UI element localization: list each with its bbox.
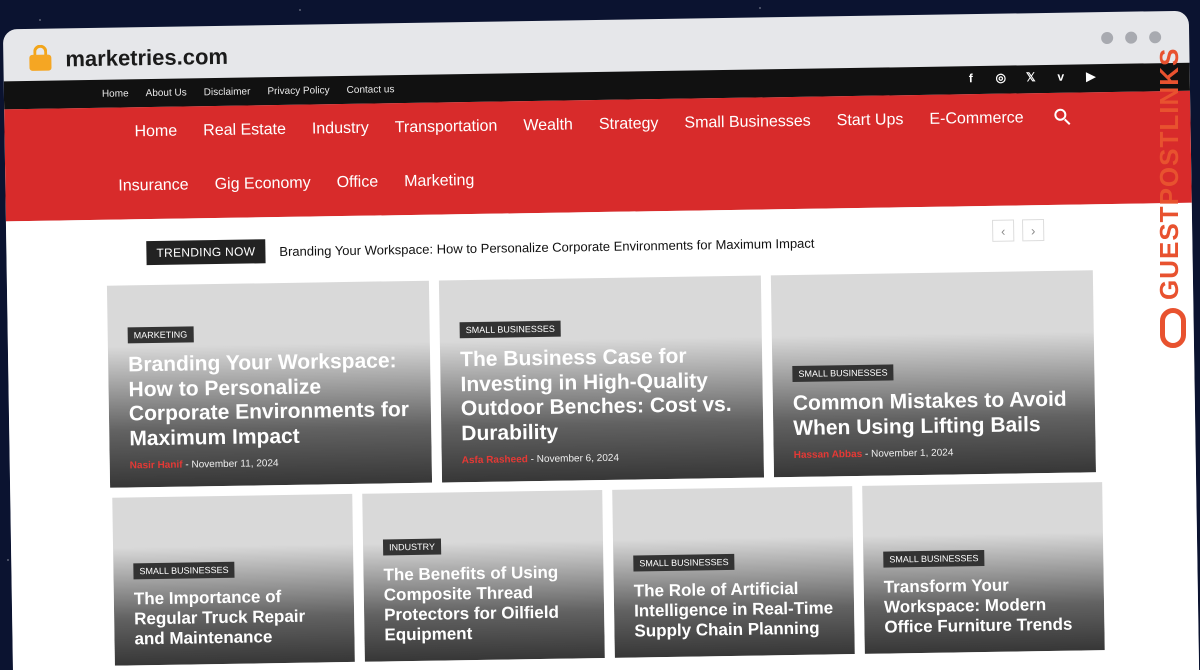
search-icon[interactable] [1054, 108, 1072, 127]
window-dot-icon[interactable] [1101, 31, 1114, 45]
nav-item-start-ups[interactable]: Start Ups [837, 111, 904, 130]
topbar-link-home[interactable]: Home [102, 88, 129, 99]
main-nav: Home Real Estate Industry Transportation… [4, 90, 1192, 222]
watermark-text: GUESTPOSTLINKS [1154, 47, 1184, 300]
nav-item-wealth[interactable]: Wealth [523, 116, 573, 135]
article-date: November 1, 2024 [871, 447, 954, 460]
x-icon[interactable]: 𝕏 [1024, 70, 1038, 84]
nav-item-strategy[interactable]: Strategy [599, 115, 659, 134]
article-date: November 11, 2024 [191, 458, 279, 471]
featured-card[interactable]: MARKETING Branding Your Workspace: How t… [106, 280, 433, 488]
article-title[interactable]: Common Mistakes to Avoid When Using Lift… [793, 388, 1080, 442]
category-badge[interactable]: SMALL BUSINESSES [133, 561, 235, 580]
trending-bar: TRENDING NOW Branding Your Workspace: Ho… [146, 231, 815, 266]
category-badge[interactable]: MARKETING [127, 326, 194, 344]
article-title[interactable]: The Benefits of Using Composite Thread P… [383, 562, 588, 645]
trending-arrows: ‹ › [992, 219, 1045, 242]
facebook-icon[interactable]: f [964, 71, 978, 85]
article-date: November 6, 2024 [536, 452, 620, 466]
chevron-left-icon[interactable]: ‹ [992, 219, 1015, 242]
author-link[interactable]: Nasir Hanif [130, 460, 183, 472]
article-card[interactable]: SMALL BUSINESSES The Role of Artificial … [612, 486, 855, 658]
instagram-icon[interactable]: ◎ [994, 71, 1008, 85]
author-link[interactable]: Asfa Rasheed [462, 454, 528, 466]
article-card[interactable]: SMALL BUSINESSES Transform Your Workspac… [862, 482, 1105, 654]
browser-window: marketries.com Home About Us Disclaimer … [2, 10, 1200, 670]
nav-item-small-businesses[interactable]: Small Businesses [684, 113, 811, 133]
window-dot-icon[interactable] [1125, 31, 1138, 44]
featured-card[interactable]: SMALL BUSINESSES The Business Case for I… [438, 275, 765, 483]
nav-item-real-estate[interactable]: Real Estate [203, 121, 286, 140]
nav-item-home[interactable]: Home [134, 123, 177, 142]
category-badge[interactable]: SMALL BUSINESSES [883, 549, 985, 568]
lock-icon [29, 44, 52, 71]
youtube-icon[interactable]: ▶ [1084, 69, 1098, 83]
topbar-link-privacy[interactable]: Privacy Policy [267, 85, 329, 97]
guestpostlinks-watermark: GUESTPOSTLINKS [1154, 47, 1194, 360]
nav-item-office[interactable]: Office [337, 173, 379, 192]
category-badge[interactable]: INDUSTRY [382, 538, 442, 556]
topbar-link-contact[interactable]: Contact us [347, 84, 395, 96]
featured-card[interactable]: SMALL BUSINESSES Common Mistakes to Avoi… [770, 270, 1096, 478]
category-badge[interactable]: SMALL BUSINESSES [459, 320, 561, 339]
category-badge[interactable]: SMALL BUSINESSES [792, 364, 894, 383]
article-card[interactable]: INDUSTRY The Benefits of Using Composite… [362, 489, 605, 662]
article-title[interactable]: Transform Your Workspace: Modern Office … [884, 574, 1089, 637]
article-title[interactable]: The Importance of Regular Truck Repair a… [134, 586, 339, 649]
nav-item-insurance[interactable]: Insurance [118, 176, 189, 195]
trending-label: TRENDING NOW [146, 239, 266, 266]
vimeo-icon[interactable]: v [1054, 70, 1068, 84]
trending-title-link[interactable]: Branding Your Workspace: How to Personal… [279, 235, 814, 258]
article-title[interactable]: The Business Case for Investing in High-… [460, 344, 748, 448]
window-controls [1101, 31, 1162, 45]
article-title[interactable]: The Role of Artificial Intelligence in R… [634, 578, 839, 641]
social-links: f ◎ 𝕏 v ▶ [964, 69, 1098, 85]
article-card[interactable]: SMALL BUSINESSES The Importance of Regul… [112, 493, 355, 666]
chevron-right-icon[interactable]: › [1022, 219, 1045, 242]
window-dot-icon[interactable] [1149, 31, 1162, 44]
nav-item-marketing[interactable]: Marketing [404, 172, 475, 191]
link-icon [1160, 308, 1186, 348]
url-text[interactable]: marketries.com [65, 44, 228, 73]
topbar-link-about[interactable]: About Us [146, 87, 187, 99]
topbar-link-disclaimer[interactable]: Disclaimer [204, 86, 251, 98]
secondary-grid: SMALL BUSINESSES The Importance of Regul… [112, 482, 1105, 666]
author-link[interactable]: Hassan Abbas [794, 449, 863, 461]
article-title[interactable]: Branding Your Workspace: How to Personal… [128, 349, 416, 453]
main-content: TRENDING NOW Branding Your Workspace: Ho… [5, 202, 1200, 670]
category-badge[interactable]: SMALL BUSINESSES [633, 553, 735, 572]
nav-item-gig-economy[interactable]: Gig Economy [214, 175, 310, 195]
nav-item-industry[interactable]: Industry [312, 120, 369, 139]
nav-item-e-commerce[interactable]: E-Commerce [929, 109, 1024, 128]
nav-item-transportation[interactable]: Transportation [395, 118, 498, 138]
featured-grid: MARKETING Branding Your Workspace: How t… [106, 270, 1096, 488]
